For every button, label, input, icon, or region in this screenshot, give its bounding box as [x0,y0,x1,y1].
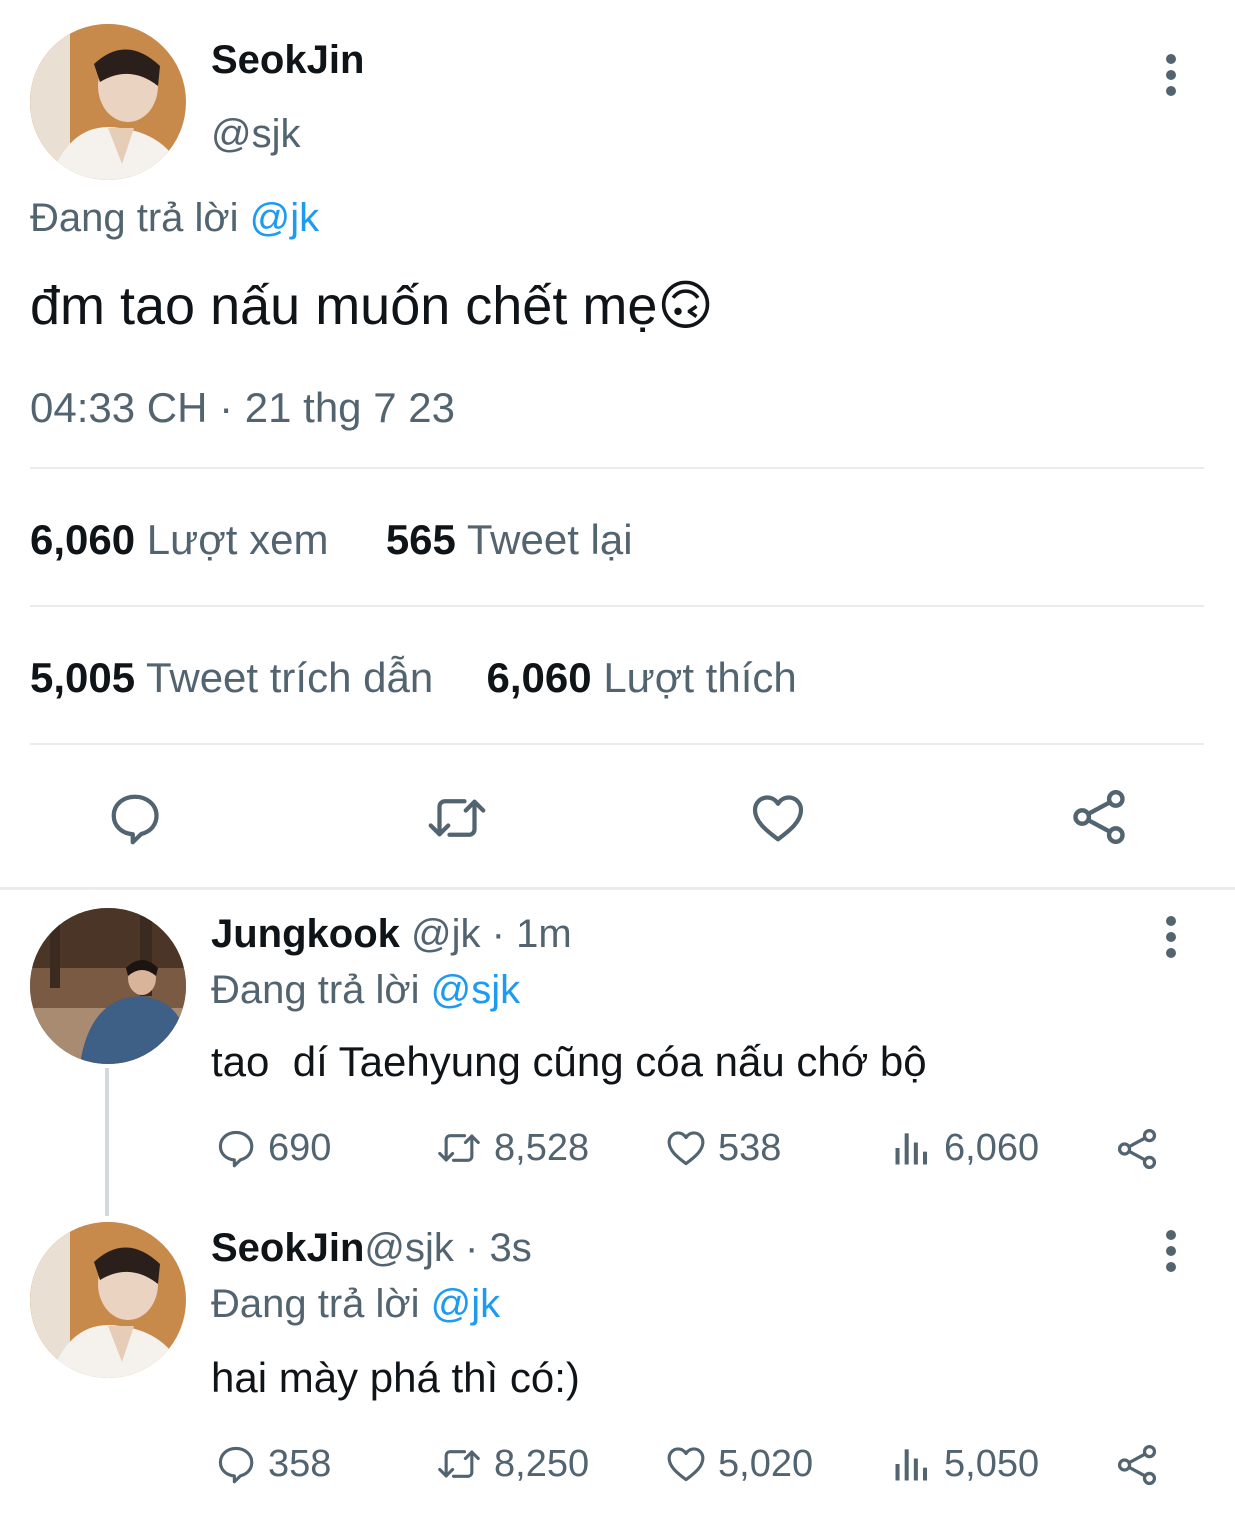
views-count: 5,050 [944,1442,1040,1485]
views-action[interactable]: 6,060 [890,1126,1039,1170]
retweet-count: 8,528 [494,1126,590,1169]
replying-label: Đang trả lời [30,196,239,240]
like-action[interactable]: 538 [664,1126,781,1170]
quotes-stat[interactable]: 5,005 Tweet trích dẫn [30,654,445,701]
tweet-text-content: đm tao nấu muốn chết mẹ [30,276,658,336]
like-count: 5,020 [718,1442,814,1485]
views-action[interactable]: 5,050 [890,1442,1039,1486]
display-name[interactable]: Jungkook [211,912,400,956]
quotes-label: Tweet trích dẫn [146,654,434,701]
retweet-icon[interactable] [424,788,490,848]
timestamp[interactable]: 04:33 CH · 21 thg 7 23 [30,384,455,432]
views-stat[interactable]: 6,060 Lượt xem [30,516,340,563]
section-divider [0,887,1235,890]
handle[interactable]: @sjk [364,1226,454,1270]
stats-row-1: 6,060 Lượt xem 565 Tweet lại [30,516,633,564]
share-icon[interactable] [1114,1442,1160,1488]
reply-icon [218,1446,254,1484]
views-icon [895,1133,928,1165]
reply-count: 690 [268,1126,332,1169]
handle[interactable]: @jk [411,912,481,956]
like-icon[interactable] [748,788,808,848]
upside-down-face-emoji: 🙃 [657,276,714,336]
reply-count: 358 [268,1442,332,1485]
reply-action[interactable]: 690 [214,1126,331,1170]
replying-label: Đang trả lời [211,1282,420,1326]
share-icon[interactable] [1114,1126,1160,1172]
time-ago[interactable]: · 3s [465,1226,532,1270]
retweets-stat[interactable]: 565 Tweet lại [386,516,633,563]
handle[interactable]: @sjk [211,112,301,157]
stats-row-2: 5,005 Tweet trích dẫn 6,060 Lượt thích [30,654,797,702]
likes-stat[interactable]: 6,060 Lượt thích [487,654,797,701]
like-icon [667,1447,705,1482]
retweets-label: Tweet lại [466,516,633,563]
reply-icon [218,1130,254,1168]
replying-to-line: Đang trả lời @jk [211,1282,500,1327]
more-icon[interactable] [1161,1230,1181,1274]
retweet-icon [438,1134,480,1162]
retweet-icon [438,1450,480,1478]
divider [30,467,1204,469]
views-icon [895,1449,928,1481]
reply-header: Jungkook @jk · 1m [211,912,572,957]
replying-to-handle[interactable]: @jk [431,1282,501,1326]
like-action[interactable]: 5,020 [664,1442,813,1486]
reply-icon[interactable] [105,788,165,848]
retweet-action[interactable]: 8,250 [434,1442,589,1486]
more-icon[interactable] [1161,54,1181,98]
replying-to-handle[interactable]: @jk [250,196,320,240]
thread-line [105,1068,109,1216]
avatar-seokjin[interactable] [30,24,186,180]
retweet-count: 8,250 [494,1442,590,1485]
divider [30,605,1204,607]
views-label: Lượt xem [146,516,329,563]
replying-to-line: Đang trả lời @sjk [211,968,520,1013]
display-name[interactable]: SeokJin [211,38,364,83]
reply-action[interactable]: 358 [214,1442,331,1486]
reply-text: tao dí Taehyung cũng cóa nấu chớ bộ [211,1038,927,1085]
likes-count: 6,060 [486,654,592,701]
display-name[interactable]: SeokJin [211,1226,364,1270]
like-count: 538 [718,1126,782,1169]
share-icon[interactable] [1068,786,1130,848]
retweets-count: 565 [385,516,456,563]
views-count: 6,060 [944,1126,1040,1169]
replying-to-line: Đang trả lời @jk [30,196,319,241]
reply-text: hai mày phá thì có:) [211,1354,580,1401]
replying-label: Đang trả lời [211,968,420,1012]
divider [30,743,1204,745]
time-ago[interactable]: · 1m [492,912,572,956]
avatar-seokjin[interactable] [30,1222,186,1378]
replying-to-handle[interactable]: @sjk [431,968,521,1012]
reply-header: SeokJin@sjk · 3s [211,1226,532,1271]
more-icon[interactable] [1161,916,1181,960]
views-count: 6,060 [30,516,136,563]
like-icon [667,1131,705,1166]
retweet-action[interactable]: 8,528 [434,1126,589,1170]
likes-label: Lượt thích [603,654,797,701]
quotes-count: 5,005 [30,654,136,701]
avatar-jungkook[interactable] [30,908,186,1064]
tweet-text: đm tao nấu muốn chết mẹ🙃 [30,274,714,337]
